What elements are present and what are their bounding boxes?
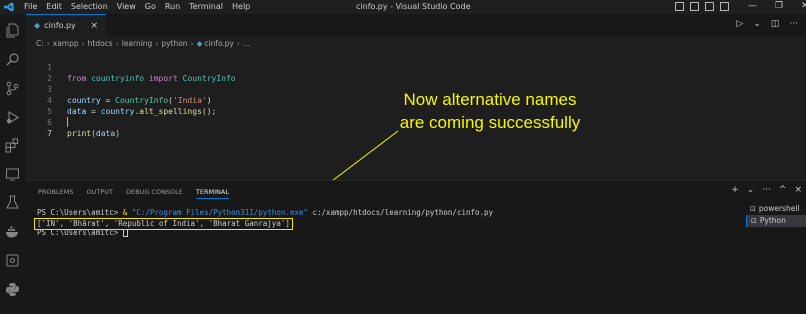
terminal-output[interactable]: PS C:\Users\amitc> & "C:/Program Files/P… [34,208,493,238]
restore-button[interactable]: ❐ [775,1,783,11]
toggle-sidebar-icon[interactable] [675,2,684,11]
new-terminal-icon[interactable]: + [731,185,739,195]
breadcrumb-item[interactable]: xampp [53,39,79,48]
tab-problems[interactable]: PROBLEMS [38,188,73,199]
minimize-button[interactable]: — [748,1,757,11]
menu-run[interactable]: Run [165,2,180,12]
menu-help[interactable]: Help [232,2,250,12]
split-editor-icon[interactable]: ◫ [771,19,780,29]
editor-actions: ▷ ⌄ ◫ ··· [736,19,798,29]
chevron-right-icon: › [46,39,50,48]
chevron-right-icon: › [190,39,194,48]
terminal-item-label: Python [759,216,786,225]
chevron-right-icon: › [115,39,119,48]
explorer-icon[interactable] [5,23,20,38]
menu-selection[interactable]: Selection [71,2,108,12]
activity-bar [0,14,26,314]
annotation-line: are coming successfully [399,113,581,132]
chevron-up-icon[interactable]: ^ [779,185,787,195]
testing-icon[interactable] [5,195,20,210]
terminal-list: ⊡ powershell ⊡ Python [746,203,806,227]
tab-label: cinfo.py [44,21,76,30]
window-controls: — ❐ ✕ [748,1,806,11]
code-line: 2 [26,62,806,83]
breadcrumb-item[interactable]: cinfo.py [204,39,234,48]
run-debug-icon[interactable] [5,110,20,125]
terminal-operator: & [122,208,132,217]
menu-go[interactable]: Go [145,2,156,12]
terminal-line: PS C:\Users\amitc> & "C:/Program Files/P… [37,208,493,218]
menu-view[interactable]: View [117,2,136,12]
source-control-icon[interactable] [5,81,20,96]
run-python-file-icon[interactable]: ▷ [736,19,743,29]
code-line: 3 country = CountryInfo('India') [26,73,806,105]
chevron-right-icon: › [237,39,241,48]
docker-icon[interactable] [5,224,20,239]
python-icon[interactable] [5,282,20,297]
menu-bar: File Edit Selection View Go Run Terminal… [24,2,259,12]
line-number: 7 [47,129,52,138]
remote-explorer-icon[interactable] [5,167,20,182]
python-file-icon: ◆ [34,21,41,30]
tab-output[interactable]: OUTPUT [86,188,113,199]
terminal-icon: ⊡ [751,217,757,225]
extensions-icon[interactable] [5,138,20,153]
more-actions-icon[interactable]: ··· [789,19,798,29]
editor-tabs: ◆ cinfo.py × ▷ ⌄ ◫ ··· [26,14,806,36]
bottom-panel: PROBLEMS OUTPUT DEBUG CONSOLE TERMINAL +… [26,180,806,314]
menu-terminal[interactable]: Terminal [189,2,223,12]
breadcrumb-item[interactable]: python [161,39,187,48]
python-file-icon: ◆ [196,39,203,48]
search-icon[interactable] [5,52,20,67]
customize-layout-icon[interactable] [720,2,729,11]
menu-file[interactable]: File [24,2,37,12]
chevron-right-icon: › [155,39,159,48]
title-bar: File Edit Selection View Go Run Terminal… [0,0,806,14]
tab-cinfo-py[interactable]: ◆ cinfo.py × [26,14,106,36]
breadcrumb-item[interactable]: htdocs [88,39,113,48]
terminal-item-label: powershell [758,204,800,213]
paren: ) [115,129,121,138]
annotation-line: Now alternative names [403,90,577,109]
close-window-button[interactable]: ✕ [801,1,806,11]
run-dropdown-icon[interactable]: ⌄ [753,19,761,29]
vscode-logo-icon [4,2,14,12]
remote-icon[interactable] [5,253,20,268]
terminal-prompt: PS C:\Users\amitc> [37,228,123,237]
panel-tabs: PROBLEMS OUTPUT DEBUG CONSOLE TERMINAL [38,188,242,199]
terminal-cursor [122,229,128,237]
terminal-script-path: c:/xampp/htdocs/learning/python/cinfo.py [307,208,494,217]
menu-edit[interactable]: Edit [46,2,62,12]
breadcrumb-item[interactable]: ... [243,39,250,48]
panel-actions: + ⌄ ··· ^ × [731,185,802,195]
terminal-exe-path: "C:/Program Files/Python311/python.exe" [131,208,308,217]
close-panel-icon[interactable]: × [794,185,802,195]
terminal-prompt: PS C:\Users\amitc> [37,208,123,217]
chevron-right-icon: › [81,39,85,48]
layout-controls [675,2,729,11]
terminal-dropdown-icon[interactable]: ⌄ [747,185,755,195]
tab-terminal[interactable]: TERMINAL [195,188,229,199]
function-name: print [67,129,92,138]
more-actions-icon[interactable]: ··· [762,185,771,195]
annotation-callout: Now alternative names are coming success… [380,88,600,134]
terminal-line: ['IN', 'Bhārat', 'Republic of India', 'B… [34,218,493,230]
breadcrumb-item[interactable]: C: [36,39,44,48]
terminal-item-python[interactable]: ⊡ Python [746,215,806,227]
window-title: cinfo.py - Visual Studio Code [356,2,471,11]
variable: data [95,129,116,138]
text-cursor [67,117,68,127]
tab-debug-console[interactable]: DEBUG CONSOLE [126,188,183,199]
toggle-panel-icon[interactable] [690,2,699,11]
close-tab-icon[interactable]: × [90,21,98,31]
toggle-secondary-sidebar-icon[interactable] [705,2,714,11]
breadcrumb: C: › xampp › htdocs › learning › python … [36,39,250,48]
terminal-icon: ⊡ [750,205,756,213]
terminal-item-powershell[interactable]: ⊡ powershell [746,203,806,215]
code-line: 1 from countryinfo import CountryInfo [26,51,806,83]
breadcrumb-item[interactable]: learning [122,39,153,48]
